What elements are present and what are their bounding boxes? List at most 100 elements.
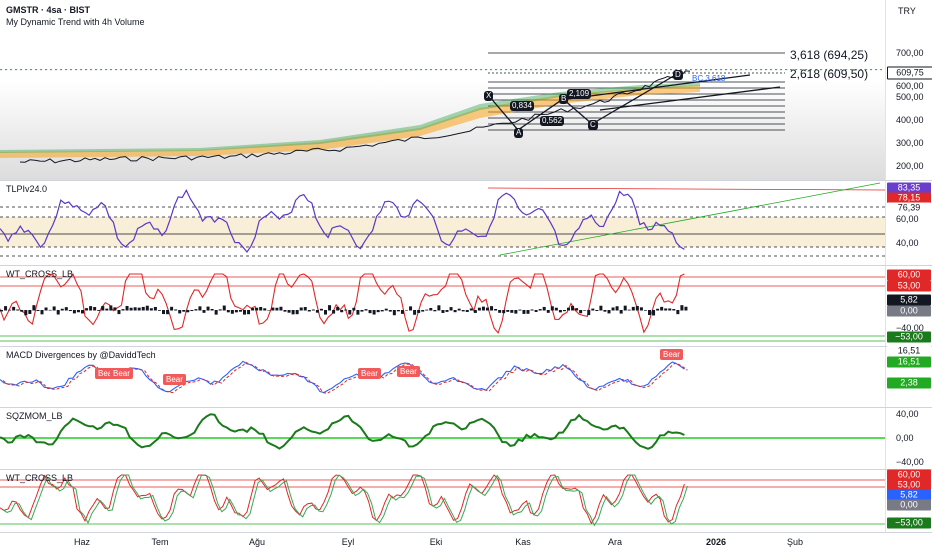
wt-diff-bar — [40, 310, 44, 315]
wt-diff-bar — [20, 310, 24, 312]
wt-diff-bar — [372, 310, 376, 315]
wt-cross-2-chart — [0, 474, 885, 527]
time-axis-label: Kas — [515, 537, 531, 547]
wt-cross-2-axis[interactable]: 60,00 53,00 5,82 0,00 −53,00 — [885, 469, 932, 532]
bear-label: Bear — [163, 374, 186, 385]
tlpi-axis[interactable]: 83,35 78,15 76,39 60,00 40,00 — [885, 181, 932, 265]
wt-cross-2-title[interactable]: WT_CROSS_LB — [6, 473, 73, 483]
wt-diff-bar — [60, 308, 64, 311]
sqzmom-chart — [0, 413, 885, 450]
wt-diff-bar — [295, 310, 299, 315]
wt-diff-bar — [461, 310, 465, 312]
wt-diff-bar — [336, 306, 340, 311]
wt-diff-bar — [579, 310, 583, 314]
price-tick: 300,00 — [896, 138, 924, 148]
wt-cross-2-plot[interactable]: WT_CROSS_LB — [0, 470, 885, 532]
current-price-tag: 609,75 — [887, 66, 932, 80]
wt-diff-bar — [226, 310, 230, 313]
wt-diff-bar — [481, 306, 485, 311]
macd-tag: 16,51 — [887, 345, 931, 357]
wt-tag: 53,00 — [887, 280, 931, 292]
wt-diff-bar — [656, 308, 660, 311]
wt-diff-bar — [684, 306, 688, 311]
wt-diff-bar — [668, 308, 672, 311]
wt-diff-bar — [676, 310, 680, 315]
wt-diff-bar — [623, 305, 627, 311]
wt-diff-bar — [16, 309, 20, 311]
wt-diff-bar — [356, 310, 360, 315]
wt-diff-bar — [28, 310, 32, 314]
wt-diff-bar — [263, 308, 267, 311]
wave-label-a: A — [514, 128, 524, 138]
momentum-line — [0, 413, 685, 450]
wt-cross-2-pane[interactable]: WT_CROSS_LB 60,00 53,00 5,82 0,00 −53,00 — [0, 469, 932, 532]
wt-cross-title[interactable]: WT_CROSS_LB — [6, 269, 73, 279]
wt-diff-bar — [44, 307, 48, 311]
wt-diff-bar — [303, 307, 307, 311]
wt-diff-bar — [315, 310, 319, 313]
wt-diff-bar — [680, 305, 684, 311]
wave-label-x: X — [484, 91, 494, 101]
wt-diff-bar — [514, 310, 518, 314]
sqzmom-pane[interactable]: SQZMOM_LB 40,00 0,00 −40,00 — [0, 408, 932, 469]
sqzmom-axis[interactable]: 40,00 0,00 −40,00 — [885, 408, 932, 469]
wt-diff-bar — [550, 306, 554, 311]
wt-diff-bar — [490, 306, 494, 311]
price-tick: 200,00 — [896, 161, 924, 171]
wt-diff-bar — [615, 306, 619, 311]
wt-diff-bar — [153, 306, 157, 311]
wt-diff-bar — [275, 307, 279, 311]
wt-diff-bar — [546, 310, 550, 313]
wt-cross-pane[interactable]: WT_CROSS_LB 60,00 53,00 5,82 0,00 −40,00… — [0, 266, 932, 346]
wt-diff-bar — [157, 310, 161, 311]
tlpi-title[interactable]: TLPIv24.0 — [6, 184, 47, 194]
tlpi-plot[interactable]: TLPIv24.0 — [0, 181, 885, 265]
wt-diff-bar — [12, 306, 16, 311]
price-axis[interactable]: TRY 700,00 609,75 600,00 500,00 400,00 3… — [885, 0, 932, 180]
wt-diff-bar — [518, 309, 522, 311]
tlpi-pane[interactable]: TLPIv24.0 83,35 78,15 76,39 60,00 40,00 — [0, 181, 932, 265]
wt-diff-bar — [558, 310, 562, 313]
time-axis[interactable]: Haz Tem Ağu Eyl Eki Kas Ara 2026 Şub — [0, 533, 932, 550]
price-plot[interactable]: GMSTR · 4sa · BIST My Dynamic Trend with… — [0, 0, 885, 180]
wt-cross-axis[interactable]: 60,00 53,00 5,82 0,00 −40,00 −53,00 — [885, 266, 932, 346]
bc-label: BC 3,618 — [692, 74, 726, 83]
wt-cross-plot[interactable]: WT_CROSS_LB — [0, 266, 885, 346]
wt-diff-bar — [125, 305, 129, 311]
wt-diff-bar — [441, 310, 445, 313]
wt-diff-bar — [425, 309, 429, 311]
price-tick: 400,00 — [896, 115, 924, 125]
sqzmom-plot[interactable]: SQZMOM_LB — [0, 408, 885, 469]
macd-title[interactable]: MACD Divergences by @DaviddTech — [6, 350, 156, 360]
wt-diff-bar — [166, 310, 170, 315]
macd-axis[interactable]: 16,51 16,51 2,38 — [885, 345, 932, 407]
symbol-title[interactable]: GMSTR · 4sa · BIST — [6, 5, 90, 15]
wt-diff-bar — [486, 307, 489, 311]
wt-diff-bar — [218, 309, 222, 311]
wt-diff-bar — [502, 310, 506, 314]
wt-diff-bar — [360, 310, 364, 312]
tlpi-tag: 76,39 — [887, 202, 931, 214]
wave-label-d: D — [673, 70, 683, 80]
wt-diff-bar — [477, 307, 481, 311]
wt-diff-bar — [170, 306, 174, 311]
bear-label: Bear — [358, 368, 381, 379]
macd-tag: 2,38 — [887, 377, 931, 389]
wt-diff-bar — [109, 305, 113, 311]
wt2-line — [0, 474, 685, 525]
wt-diff-bar — [255, 307, 259, 311]
macd-pane[interactable]: MACD Divergences by @DaviddTech Bear Bea… — [0, 345, 932, 407]
time-axis-label: Tem — [151, 537, 169, 547]
wt-diff-bar — [340, 310, 344, 313]
wt-diff-bar — [534, 310, 538, 312]
wt-diff-bar — [149, 308, 153, 311]
wt-diff-bar — [8, 309, 12, 311]
wt-diff-bar — [194, 309, 198, 311]
sqzmom-title[interactable]: SQZMOM_LB — [6, 411, 63, 421]
wt-diff-bar — [392, 310, 396, 316]
wt-diff-bar — [364, 309, 368, 311]
indicator-title[interactable]: My Dynamic Trend with 4h Volume — [6, 17, 145, 27]
wt-diff-bar — [368, 310, 372, 314]
macd-plot[interactable]: MACD Divergences by @DaviddTech Bear Bea… — [0, 347, 885, 407]
price-pane[interactable]: GMSTR · 4sa · BIST My Dynamic Trend with… — [0, 0, 932, 180]
